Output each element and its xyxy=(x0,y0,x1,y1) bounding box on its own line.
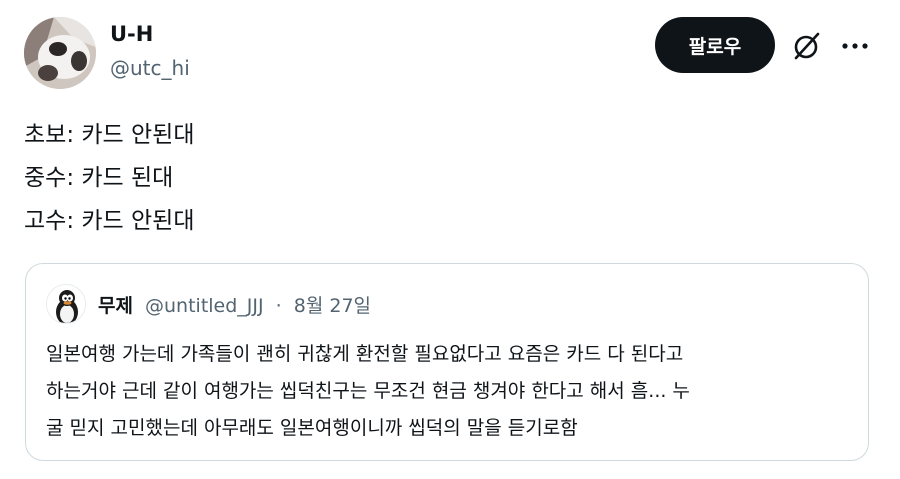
author-handle[interactable]: @utc_hi xyxy=(110,56,190,80)
quoted-post[interactable]: 무제 @untitled_JJJ · 8월 27일 일본여행 가는데 가족들이 … xyxy=(25,263,869,461)
post-line: 초보: 카드 안된대 xyxy=(24,122,195,148)
cat-photo xyxy=(24,17,96,89)
quote-text: 일본여행 가는데 가족들이 괜히 귀찮게 환전할 필요없다고 요즘은 카드 다 … xyxy=(46,336,856,447)
quote-header: 무제 @untitled_JJJ · 8월 27일 xyxy=(98,291,371,318)
quote-author-avatar[interactable] xyxy=(46,284,86,324)
follow-button[interactable]: 팔로우 xyxy=(655,17,775,73)
penguin-icon xyxy=(47,285,85,323)
quote-separator: · xyxy=(275,295,282,317)
author-avatar[interactable] xyxy=(24,17,96,89)
post-line: 중수: 카드 된대 xyxy=(24,165,174,191)
post-text: 초보: 카드 안된대 중수: 카드 된대 고수: 카드 안된대 xyxy=(24,114,195,243)
author-name[interactable]: U-H xyxy=(110,22,153,46)
more-horizontal-icon[interactable] xyxy=(838,29,872,63)
quote-date[interactable]: 8월 27일 xyxy=(294,295,371,317)
quote-author-handle[interactable]: @untitled_JJJ xyxy=(145,295,264,317)
quote-line: 하는거야 근데 같이 여행가는 씹덕친구는 무조건 현금 챙겨야 한다고 해서 … xyxy=(46,380,690,402)
quote-line: 굴 믿지 고민했는데 아무래도 일본여행이니까 씹덕의 말을 듣기로함 xyxy=(46,417,578,439)
quote-line: 일본여행 가는데 가족들이 괜히 귀찮게 환전할 필요없다고 요즘은 카드 다 … xyxy=(46,343,684,365)
grok-slash-icon[interactable] xyxy=(790,29,824,63)
quote-author-name[interactable]: 무제 xyxy=(98,295,133,317)
post-line: 고수: 카드 안된대 xyxy=(24,208,195,234)
